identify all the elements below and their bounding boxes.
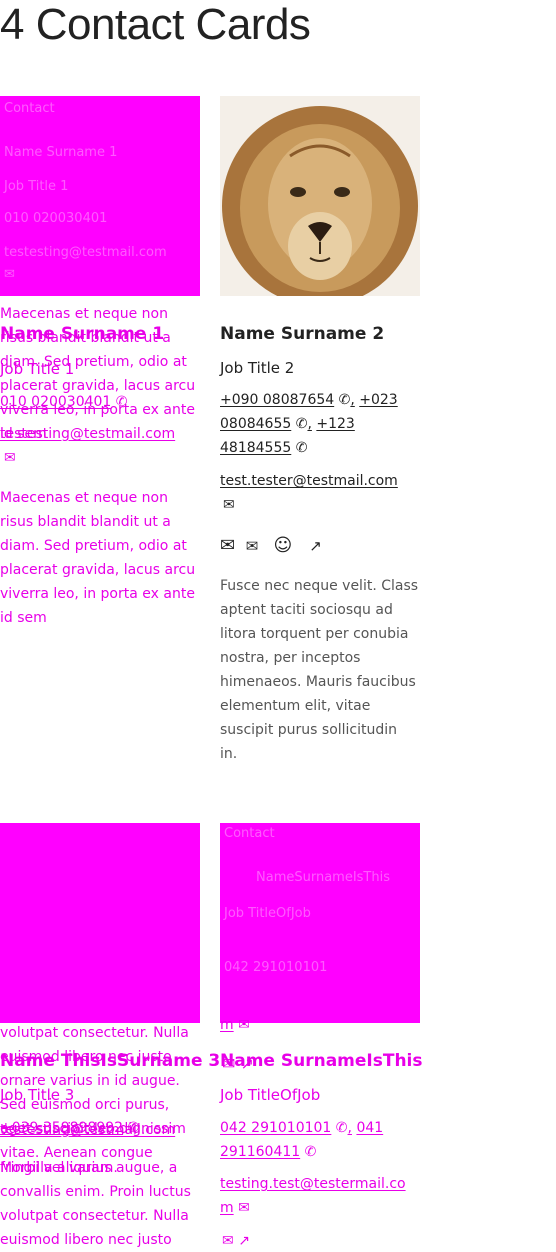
- card-2-phone-link-2[interactable]: +023: [359, 392, 397, 408]
- card-2-social-icons: ✉ ✉ ☺ ↗: [220, 534, 329, 558]
- card-2-name: Name Surname 2: [220, 324, 385, 344]
- phone-icon: ✆: [115, 394, 128, 410]
- card-4-job: Job TitleOfJob: [220, 1086, 321, 1104]
- card-1-email-row: testesting@testmail.com: [0, 422, 175, 446]
- card-1-name: Name Surname 1: [0, 324, 165, 344]
- card-2-email-link[interactable]: test.tester@testmail.com: [220, 473, 398, 489]
- phone-icon: ✆: [335, 1120, 348, 1136]
- ghost-text: testesting@testmail.com: [4, 245, 167, 260]
- text-line: Fusce nec neque velit. Class: [220, 578, 419, 594]
- card-2-phone-line-3: 48184555 ✆: [220, 436, 307, 460]
- ghost-text: 010 020030401: [4, 211, 108, 226]
- card-3-overflow-text-3: Morbi vel varius augue, a: [0, 1156, 200, 1180]
- card-4-phone-link-2[interactable]: 041: [356, 1120, 383, 1136]
- ghost-text: 042 291010101: [224, 960, 328, 975]
- page-title: 4 Contact Cards: [0, 0, 311, 49]
- card-4-email-link[interactable]: testing.test@testermail.co: [220, 1176, 406, 1192]
- envelope-filled-icon[interactable]: ✉: [222, 1233, 234, 1249]
- card-3-email-row: testesting@testmail.com: [0, 1118, 175, 1142]
- text-line: elementum elit, vitae: [220, 698, 371, 714]
- card-4-image-broken: Contact NameSurnameIsThis Job TitleOfJob…: [220, 823, 420, 1023]
- envelope-icon: ✉: [238, 1200, 250, 1216]
- text-line: viverra leo, in porta ex ante: [0, 586, 195, 602]
- ghost-text: Job TitleOfJob: [224, 906, 311, 921]
- card-2-phone-link-2-cont[interactable]: 08084655: [220, 416, 291, 432]
- card-3-email-link[interactable]: testesting@testmail.com: [0, 1122, 175, 1138]
- mail-icon[interactable]: ✉: [246, 534, 268, 558]
- card-1-job: Job Title 1: [0, 360, 75, 378]
- envelope-icon[interactable]: ✉: [4, 446, 16, 470]
- card-2-phone-line-1: +090 08087654 ✆, +023: [220, 388, 398, 412]
- phone-separator[interactable]: ,: [350, 392, 354, 408]
- ghost-text: Contact: [224, 826, 275, 841]
- card-2-phone-link-3[interactable]: +123: [316, 416, 354, 432]
- text-line: id sem: [0, 610, 47, 626]
- card-3-image-broken: [0, 823, 200, 1023]
- card-1-phone-link[interactable]: 010 020030401: [0, 394, 111, 410]
- text-line: placerat gravida, lacus arcu: [0, 562, 196, 578]
- text-line: suscipit purus sollicitudin: [220, 722, 398, 738]
- ghost-text: Contact: [4, 101, 55, 116]
- card-2-email-row: test.tester@testmail.com: [220, 469, 398, 493]
- card-2-photo-lion: [220, 96, 420, 296]
- card-3-name: Name ThisIsSurname 3: [0, 1051, 221, 1071]
- card-2-phone-link-3-cont[interactable]: 48184555: [220, 440, 291, 456]
- text-line: nostra, per inceptos: [220, 650, 361, 666]
- phone-icon: ✆: [304, 1144, 317, 1160]
- text-line: risus blandit blandit ut a: [0, 514, 171, 530]
- card-4-phone-link-2-cont[interactable]: 291160411: [220, 1144, 300, 1160]
- text-line: Maecenas et neque non: [0, 490, 168, 506]
- text-line: himenaeos. Mauris faucibus: [220, 674, 416, 690]
- phone-separator[interactable]: ,: [307, 416, 311, 432]
- smiley-icon[interactable]: ☺: [273, 534, 303, 558]
- phone-separator[interactable]: ,: [348, 1120, 352, 1136]
- text-line: volutpat consectetur. Nulla: [0, 1208, 189, 1224]
- card-4-phone-line-1: 042 291010101 ✆, 041: [220, 1116, 383, 1140]
- card-1-email-link[interactable]: testesting@testmail.com: [0, 426, 175, 442]
- overflow-email-tail-link[interactable]: m: [220, 1017, 234, 1033]
- ghost-text: Job Title 1: [4, 179, 69, 194]
- card-1-description: Maecenas et neque non risus blandit blan…: [0, 486, 200, 630]
- card-1-phone-row: 010 020030401 ✆: [0, 390, 128, 414]
- card-4-name: Name SurnameIsThis: [220, 1051, 423, 1071]
- phone-icon: ✆: [338, 392, 351, 408]
- envelope-filled-icon[interactable]: ✉: [220, 534, 240, 558]
- card-1-image-broken: Contact Name Surname 1 Job Title 1 010 0…: [0, 96, 200, 296]
- card-2-phone-link-1[interactable]: +090 08087654: [220, 392, 334, 408]
- card-4-email-line-2: m ✉: [220, 1196, 250, 1220]
- card-4-overflow-email-tail: m ✉: [220, 1013, 250, 1037]
- card-3-overflow-text-4: convallis enim. Proin luctus volutpat co…: [0, 1180, 200, 1252]
- text-line: aptent taciti sociosqu ad: [220, 602, 393, 618]
- card-3-job: Job Title 3: [0, 1086, 75, 1104]
- card-4-email-line-1: testing.test@testermail.co: [220, 1172, 406, 1196]
- text-line: diam. Sed pretium, odio at: [0, 538, 187, 554]
- card-4-phone-link-1[interactable]: 042 291010101: [220, 1120, 331, 1136]
- external-link-icon[interactable]: ↗: [309, 534, 329, 558]
- ghost-text: NameSurnameIsThis: [256, 870, 390, 885]
- card-4-email-link-cont[interactable]: m: [220, 1200, 234, 1216]
- text-line: in.: [220, 746, 238, 762]
- text-line: convallis enim. Proin luctus: [0, 1184, 191, 1200]
- text-line: Morbi vel varius augue, a: [0, 1160, 178, 1176]
- text-line: litora torquent per conubia: [220, 626, 409, 642]
- card-4-social-icons-clipped: ✉ ↗: [222, 1234, 250, 1248]
- phone-icon: ✆: [295, 416, 308, 432]
- text-line: volutpat consectetur. Nulla: [0, 1025, 189, 1041]
- envelope-icon: ✉: [238, 1017, 250, 1033]
- card-2-job: Job Title 2: [220, 359, 295, 377]
- card-4-phone-line-2: 291160411 ✆: [220, 1140, 316, 1164]
- text-line: euismod libero nec justo: [0, 1232, 172, 1248]
- external-link-icon[interactable]: ↗: [238, 1233, 250, 1249]
- card-2-description: Fusce nec neque velit. Class aptent taci…: [220, 574, 425, 766]
- ghost-envelope-icon: ✉: [4, 267, 15, 282]
- ghost-text: Name Surname 1: [4, 145, 118, 160]
- envelope-icon[interactable]: ✉: [223, 493, 235, 517]
- card-2-phone-line-2: 08084655 ✆, +123: [220, 412, 355, 436]
- phone-icon: ✆: [295, 440, 308, 456]
